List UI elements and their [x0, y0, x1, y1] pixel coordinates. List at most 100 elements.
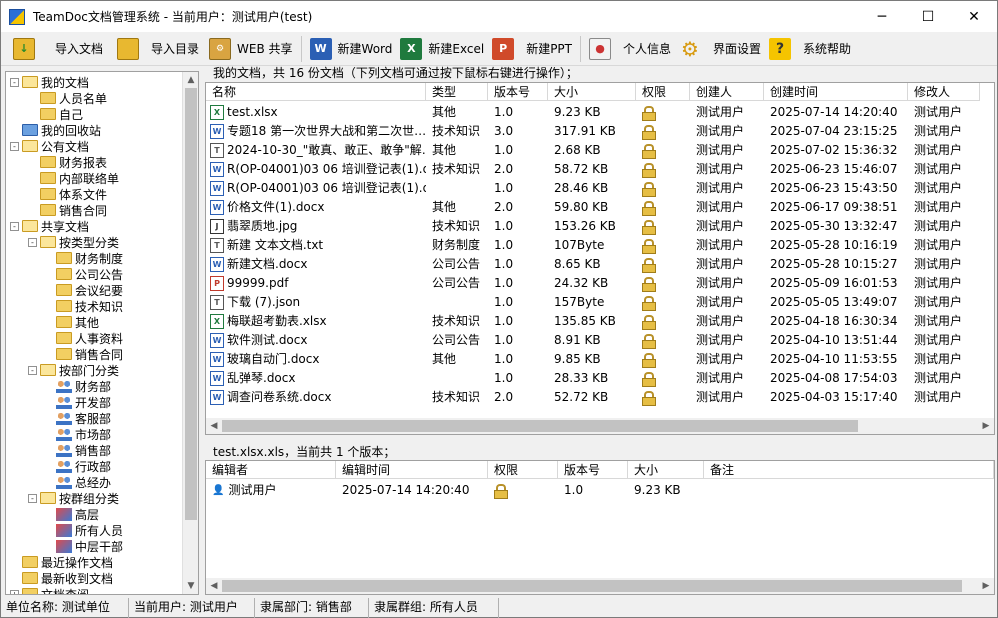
new-word-button[interactable]: W 新建Word — [306, 34, 397, 64]
table-row[interactable]: W 新建文档.docx 公司公告 1.0 8.65 KB 测试用户 2025-05-28 1… — [206, 255, 980, 274]
collapse-icon[interactable]: - — [10, 221, 19, 231]
tree-node[interactable]: 自己 — [28, 106, 83, 122]
import-folder-button[interactable]: 导入目录 — [113, 34, 203, 64]
tree-node[interactable]: 中层干部 — [44, 538, 123, 554]
table-row[interactable]: T 2024-10-30_"敢真、敢正、敢争"解… 其他 1.0 2.68 KB 测试用户… — [206, 141, 980, 160]
tree-node[interactable]: 所有人员 — [44, 522, 123, 538]
column-header[interactable]: 修改人 — [908, 83, 980, 101]
collapse-icon[interactable]: - — [10, 141, 19, 151]
tree-node[interactable]: 其他 — [44, 314, 99, 330]
lock-icon — [642, 163, 656, 178]
table-row[interactable]: 👤 测试用户 2025-07-14 14:20:40 1.0 9.23 KB — [206, 481, 994, 500]
tree-node[interactable]: 总经办 — [44, 474, 111, 490]
panel-splitter[interactable] — [205, 435, 995, 441]
scroll-left-icon[interactable]: ◀ — [206, 418, 222, 434]
column-header[interactable]: 大小 — [548, 83, 636, 101]
collapse-icon[interactable]: - — [28, 493, 37, 503]
web-share-button[interactable]: ⚙ WEB 共享 — [205, 34, 297, 64]
tree-node[interactable]: 最近操作文档 — [10, 554, 113, 570]
tree-node[interactable]: 行政部 — [44, 458, 111, 474]
tree-node[interactable]: 最新收到文档 — [10, 570, 113, 586]
tree-node[interactable]: - 共享文档 — [10, 218, 89, 234]
tree-node[interactable]: 人事资料 — [44, 330, 123, 346]
tree-node[interactable]: 技术知识 — [44, 298, 123, 314]
tree-node[interactable]: 人员名单 — [28, 90, 107, 106]
tree-node[interactable]: 客服部 — [44, 410, 111, 426]
column-header[interactable]: 类型 — [426, 83, 488, 101]
scroll-down-icon[interactable]: ▼ — [183, 578, 198, 594]
tree-node[interactable]: 销售合同 — [28, 202, 107, 218]
tree-node[interactable]: 会议纪要 — [44, 282, 123, 298]
column-header[interactable]: 权限 — [488, 461, 558, 479]
table-row[interactable]: W 玻璃自动门.docx 其他 1.0 9.85 KB 测试用户 2025-04-10 11… — [206, 350, 980, 369]
column-header[interactable]: 创建人 — [690, 83, 764, 101]
scroll-right-icon[interactable]: ▶ — [978, 418, 994, 434]
new-ppt-button[interactable]: P 新建PPT — [488, 34, 576, 64]
tree-node[interactable]: 体系文件 — [28, 186, 107, 202]
table-row[interactable]: X 梅联超考勤表.xlsx 技术知识 1.0 135.85 KB 测试用户 2025-04-… — [206, 312, 980, 331]
tree-node[interactable]: - 公有文档 — [10, 138, 89, 154]
tree-node[interactable]: - 按部门分类 — [28, 362, 119, 378]
column-header[interactable]: 权限 — [636, 83, 690, 101]
help-button[interactable]: ? 系统帮助 — [765, 34, 855, 64]
tree-node[interactable]: 财务报表 — [28, 154, 107, 170]
versions-scroll-thumb[interactable] — [222, 580, 962, 592]
tree-node[interactable]: - 按类型分类 — [28, 234, 119, 250]
collapse-icon[interactable]: - — [10, 77, 19, 87]
table-row[interactable]: Xtest.xlsx 其他 1.0 9.23 KB 测试用户 2025-07-14 14:… — [206, 103, 980, 122]
collapse-icon[interactable]: - — [28, 365, 37, 375]
scroll-right-icon[interactable]: ▶ — [978, 578, 994, 594]
column-header[interactable]: 编辑者 — [206, 461, 336, 479]
collapse-icon[interactable]: - — [28, 237, 37, 247]
tree-node[interactable]: 财务部 — [44, 378, 111, 394]
ui-settings-button[interactable]: ⚙ 界面设置 — [675, 34, 765, 64]
docs-scroll-thumb[interactable] — [222, 420, 858, 432]
table-row[interactable]: W 专题18 第一次世界大战和第二次世… 技术知识 3.0 317.91 KB 测试用户 2… — [206, 122, 980, 141]
file-icon: T — [210, 238, 224, 253]
table-row[interactable]: W 调查问卷系统.docx 技术知识 2.0 52.72 KB 测试用户 2025-04-0… — [206, 388, 980, 407]
tree-node[interactable]: - 按群组分类 — [28, 490, 119, 506]
docs-horizontal-scrollbar[interactable]: ◀ ▶ — [206, 418, 994, 434]
cell-type: 其他 — [432, 105, 457, 119]
table-row[interactable]: W 价格文件(1).docx 其他 2.0 59.80 KB 测试用户 2025-06-17… — [206, 198, 980, 217]
tree-node[interactable]: + 文档查阅 — [10, 586, 89, 594]
versions-horizontal-scrollbar[interactable]: ◀ ▶ — [206, 578, 994, 594]
column-header[interactable]: 名称 — [206, 83, 426, 101]
tree-node[interactable]: 销售合同 — [44, 346, 123, 362]
table-row[interactable]: WR(OP-04001)03 06 培训登记表(1).docx 技术知识 2.0 58… — [206, 160, 980, 179]
tree-node[interactable]: 开发部 — [44, 394, 111, 410]
table-row[interactable]: T 新建 文本文档.txt 财务制度 1.0 107Byte 测试用户 2025-05-28… — [206, 236, 980, 255]
tree-node[interactable]: 我的回收站 — [10, 122, 101, 138]
table-row[interactable]: P 99999.pdf 公司公告 1.0 24.32 KB 测试用户 2025-05-09 … — [206, 274, 980, 293]
user-info-button[interactable]: ● 个人信息 — [585, 34, 675, 64]
table-row[interactable]: T 下载 (7).json 1.0 157Byte 测试用户 2025-05-05 13:… — [206, 293, 980, 312]
minimize-button[interactable]: ─ — [859, 1, 905, 32]
column-header[interactable]: 编辑时间 — [336, 461, 488, 479]
column-header[interactable]: 版本号 — [558, 461, 628, 479]
tree-node[interactable]: 内部联络单 — [28, 170, 119, 186]
cell-time: 2025-05-28 10:16:19 — [770, 238, 898, 252]
tree-vertical-scrollbar[interactable]: ▲ ▼ — [182, 72, 198, 594]
scroll-up-icon[interactable]: ▲ — [183, 72, 198, 88]
table-row[interactable]: W 软件测试.docx 公司公告 1.0 8.91 KB 测试用户 2025-04-10 1… — [206, 331, 980, 350]
maximize-button[interactable]: ☐ — [905, 1, 951, 32]
tree-node[interactable]: 高层 — [44, 506, 99, 522]
tree-scroll-thumb[interactable] — [185, 88, 197, 520]
tree-node[interactable]: 公司公告 — [44, 266, 123, 282]
column-header[interactable]: 创建时间 — [764, 83, 908, 101]
table-row[interactable]: W 乱弹琴.docx 1.0 28.33 KB 测试用户 2025-04-08 17:54… — [206, 369, 980, 388]
tree-node[interactable]: 销售部 — [44, 442, 111, 458]
scroll-left-icon[interactable]: ◀ — [206, 578, 222, 594]
column-header[interactable]: 版本号 — [488, 83, 548, 101]
column-header[interactable]: 大小 — [628, 461, 704, 479]
table-row[interactable]: J 翡翠质地.jpg 技术知识 1.0 153.26 KB 测试用户 2025-05-30 … — [206, 217, 980, 236]
table-row[interactable]: WR(OP-04001)03 06 培训登记表(1).docx 1.0 28.46 … — [206, 179, 980, 198]
import-doc-button[interactable]: ↓ 导入文档 — [9, 34, 107, 64]
tree-node[interactable]: 市场部 — [44, 426, 111, 442]
tree-node[interactable]: - 我的文档 — [10, 74, 89, 90]
new-excel-button[interactable]: X 新建Excel — [396, 34, 488, 64]
column-header[interactable]: 备注 — [704, 461, 994, 479]
tree-node[interactable]: 财务制度 — [44, 250, 123, 266]
close-button[interactable]: ✕ — [951, 1, 997, 32]
expand-icon[interactable]: + — [10, 589, 19, 594]
